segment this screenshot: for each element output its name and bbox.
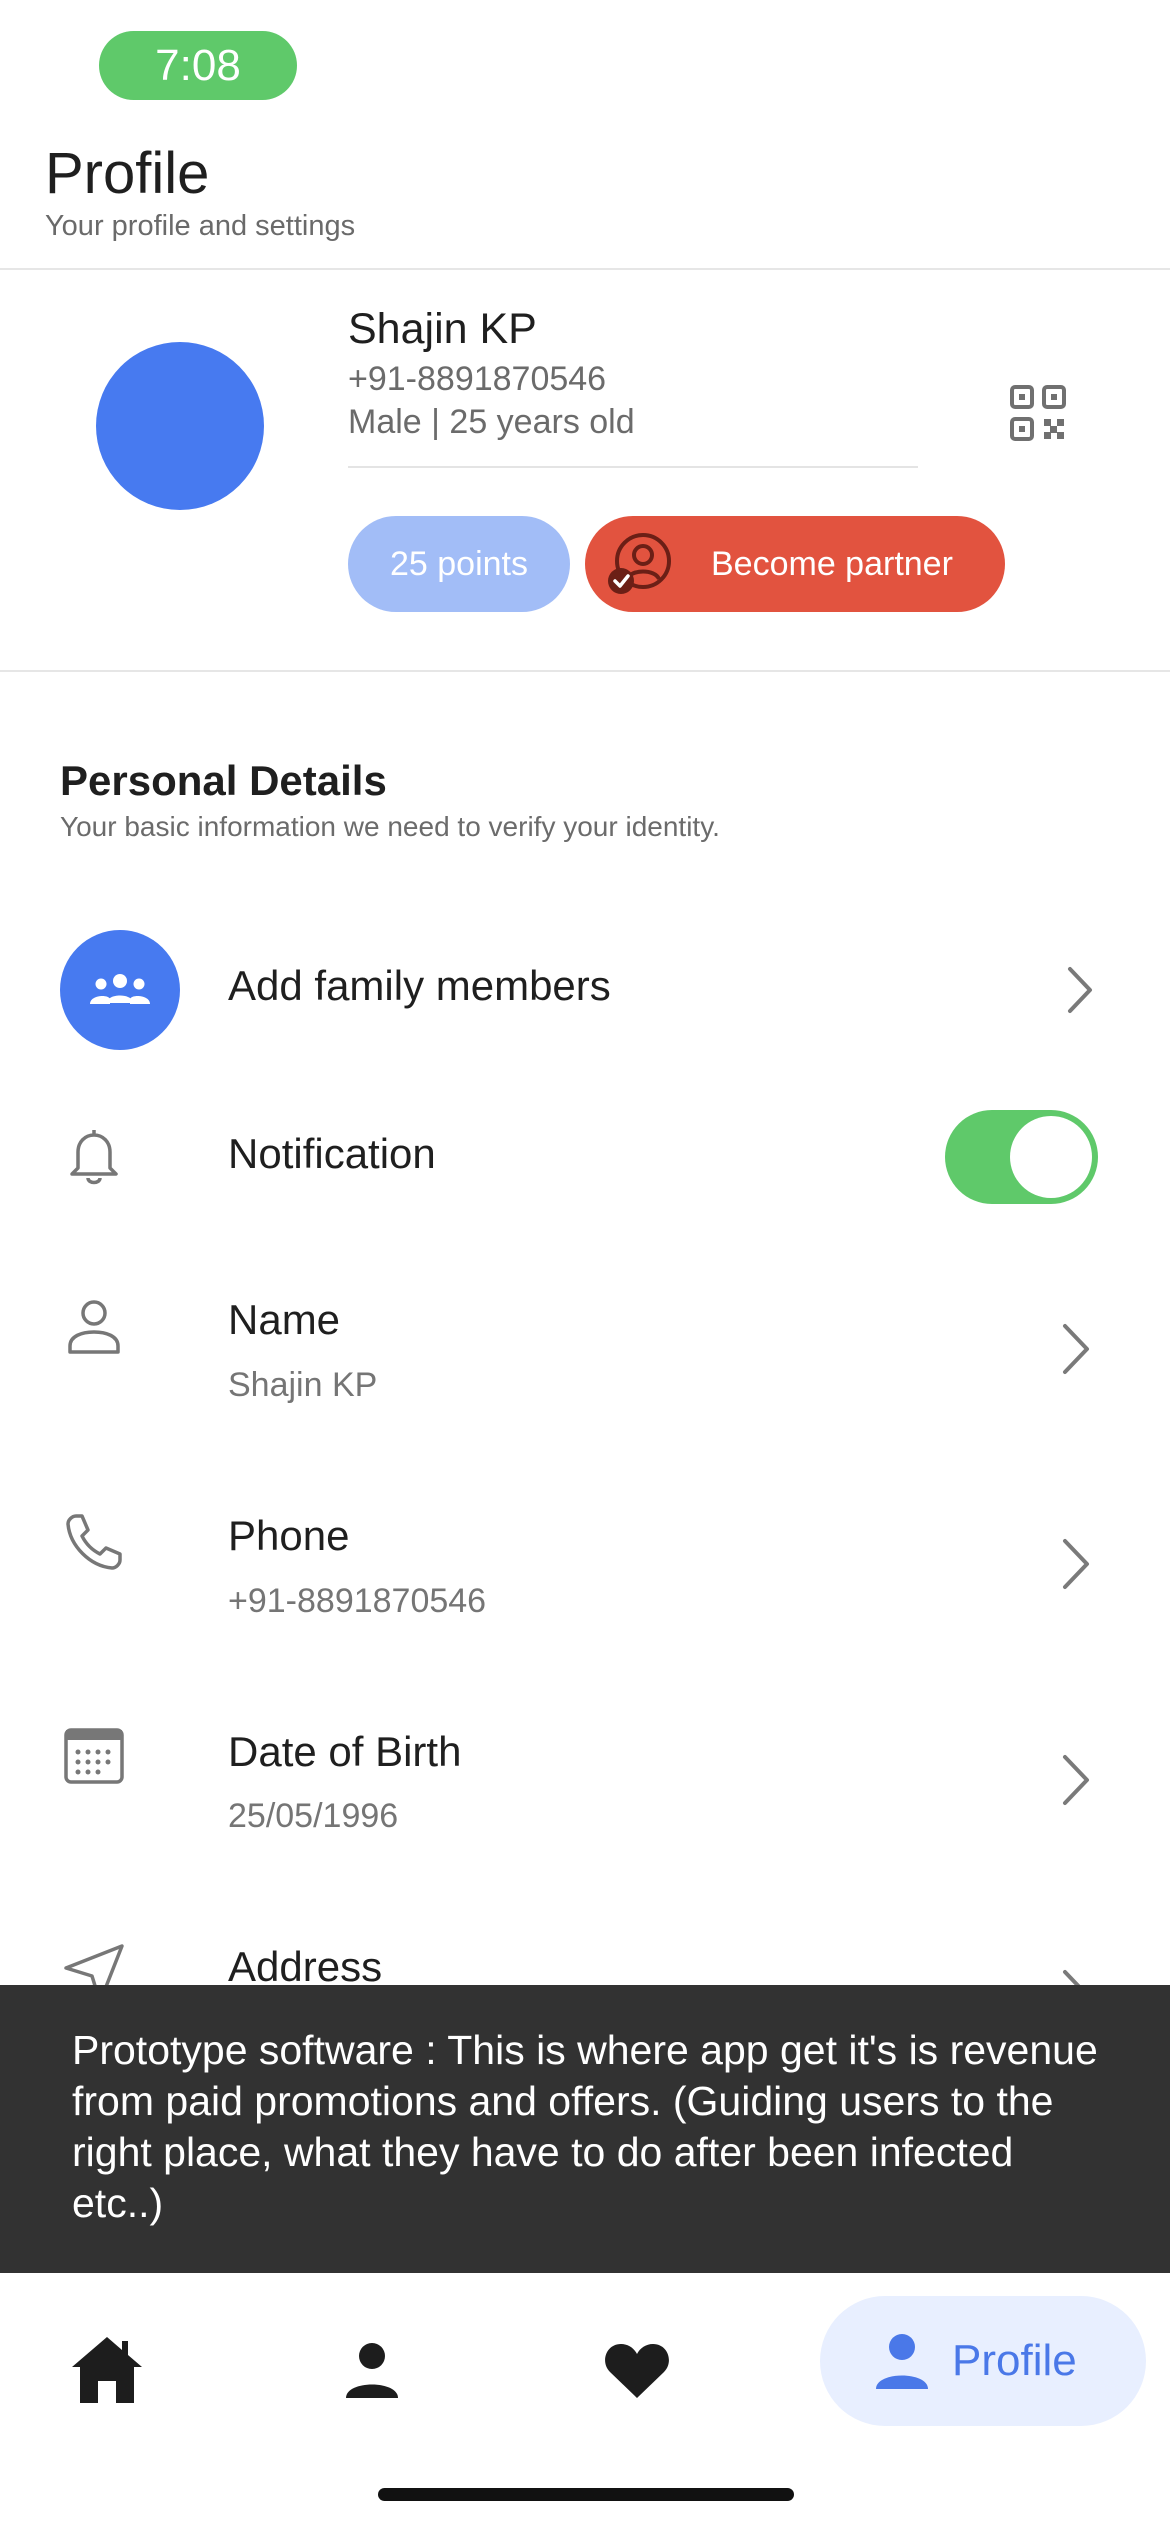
- user-phone: +91-8891870546: [348, 360, 607, 398]
- notification-label: Notification: [228, 1130, 436, 1177]
- header-divider: [0, 268, 1170, 270]
- family-icon-circle[interactable]: [60, 930, 180, 1050]
- phone-label[interactable]: Phone: [228, 1512, 349, 1560]
- chevron-right-icon[interactable]: [1055, 1751, 1095, 1809]
- nav-profile[interactable]: Profile: [820, 2296, 1146, 2426]
- points-button[interactable]: 25 points: [348, 516, 570, 612]
- phone-icon: [66, 1514, 122, 1570]
- home-icon: [72, 2337, 142, 2403]
- profile-divider: [0, 670, 1170, 672]
- become-partner-button[interactable]: Become partner: [585, 516, 1005, 612]
- avatar[interactable]: [96, 342, 264, 510]
- become-partner-label: Become partner: [711, 544, 953, 583]
- name-label[interactable]: Name: [228, 1296, 340, 1344]
- chevron-right-icon[interactable]: [1055, 1535, 1095, 1593]
- dob-value: 25/05/1996: [228, 1797, 399, 1835]
- qr-code-icon[interactable]: [1010, 385, 1066, 441]
- person-icon: [346, 2343, 398, 2398]
- section-title: Personal Details: [60, 757, 387, 804]
- notification-toggle[interactable]: [945, 1110, 1098, 1204]
- user-meta: Male | 25 years old: [348, 403, 635, 441]
- chevron-right-icon[interactable]: [1060, 961, 1100, 1019]
- nav-profile-label: Profile: [952, 2336, 1077, 2385]
- group-icon: [90, 974, 150, 1004]
- home-indicator[interactable]: [378, 2488, 794, 2501]
- section-subtitle: Your basic information we need to verify…: [60, 811, 720, 842]
- banner-text: Prototype software : This is where app g…: [72, 2027, 1098, 2226]
- person-outline-icon: [68, 1300, 120, 1354]
- address-label[interactable]: Address: [228, 1943, 382, 1991]
- chevron-right-icon[interactable]: [1055, 1320, 1095, 1378]
- calendar-icon: [64, 1728, 124, 1784]
- nav-home[interactable]: [62, 2325, 152, 2415]
- phone-value: +91-8891870546: [228, 1582, 487, 1620]
- profile-icon: [876, 2334, 928, 2389]
- page-subtitle: Your profile and settings: [45, 210, 356, 242]
- nav-person[interactable]: [327, 2325, 417, 2415]
- dob-label[interactable]: Date of Birth: [228, 1728, 461, 1776]
- page-title: Profile: [45, 141, 210, 206]
- partner-icon: [608, 533, 671, 594]
- bell-icon: [70, 1130, 118, 1185]
- heart-icon: [605, 2344, 669, 2398]
- name-value: Shajin KP: [228, 1366, 378, 1404]
- prototype-banner: Prototype software : This is where app g…: [0, 1985, 1170, 2273]
- user-name: Shajin KP: [348, 305, 537, 353]
- status-time: 7:08: [99, 31, 297, 100]
- card-divider: [348, 466, 918, 468]
- add-family-label[interactable]: Add family members: [228, 962, 611, 1010]
- toggle-knob: [1010, 1116, 1092, 1198]
- nav-favorites[interactable]: [592, 2325, 682, 2415]
